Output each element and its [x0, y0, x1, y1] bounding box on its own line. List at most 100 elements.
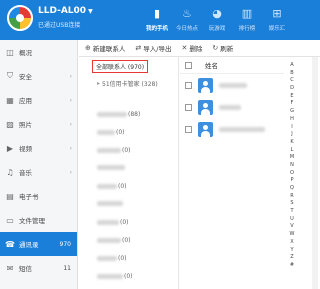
group-item[interactable]: (0) [97, 129, 125, 136]
nav-my-phone[interactable]: ▮ 我的手机 [142, 0, 172, 40]
alphabet-letter[interactable]: J [291, 131, 292, 139]
sidebar-item-photos[interactable]: ▨ 照片 › [0, 112, 77, 136]
group-item[interactable]: (0) [97, 183, 127, 190]
contact-name-blurred [219, 126, 265, 132]
group-item[interactable]: (0) [97, 273, 133, 280]
alphabet-letter[interactable]: L [291, 147, 294, 155]
chevron-right-icon: › [69, 144, 72, 152]
contacts-icon: ☎ [5, 239, 15, 249]
chevron-right-icon: › [69, 96, 72, 104]
refresh-icon: ↻ [212, 44, 219, 52]
app-logo-icon [7, 5, 33, 31]
contact-checkbox[interactable] [185, 81, 192, 89]
alphabet-letter[interactable]: G [290, 108, 294, 116]
sidebar-item-overview[interactable]: ◫ 概况 [0, 40, 77, 64]
alphabet-letter[interactable]: O [290, 170, 294, 178]
contact-row[interactable] [180, 96, 284, 118]
alphabet-letter[interactable]: H [290, 116, 294, 124]
sidebar-item-apps[interactable]: ▦ 应用 › [0, 88, 77, 112]
chevron-right-icon: › [69, 120, 72, 128]
device-connection-status: 已通过USB连接 [38, 22, 81, 29]
alphabet-letter[interactable]: W [290, 231, 295, 239]
alphabet-letter[interactable]: I [291, 124, 292, 132]
chevron-down-icon[interactable]: ▼ [88, 8, 93, 15]
sidebar-item-sms[interactable]: ✉ 短信 11 [0, 256, 77, 280]
scrollbar[interactable] [312, 57, 318, 289]
group-item[interactable]: ▸ 51信用卡管家 (328) [97, 79, 158, 88]
alphabet-letter[interactable]: F [291, 100, 294, 108]
nav-entertainment[interactable]: ⊞ 娱乐汇 [262, 0, 292, 40]
contact-avatar-icon [198, 77, 213, 93]
contact-name-blurred [219, 82, 247, 88]
sidebar: ◫ 概况 ⛉ 安全 › ▦ 应用 › ▨ 照片 › ▶ 视频 › ♫ 音乐 › … [0, 40, 78, 289]
group-all-contacts[interactable]: 全部联系人 (970) [92, 60, 149, 73]
alphabet-letter[interactable]: K [290, 139, 293, 147]
import-icon: ⇄ [135, 44, 142, 52]
contact-avatar-icon [198, 99, 213, 115]
apps-icon: ▦ [6, 95, 14, 105]
sidebar-item-ebooks[interactable]: ▤ 电子书 [0, 184, 77, 208]
alphabet-letter[interactable]: R [290, 193, 293, 201]
video-icon: ▶ [6, 143, 14, 153]
device-name[interactable]: LLD-AL00 ▼ [38, 6, 93, 16]
alphabet-letter[interactable]: M [290, 154, 294, 162]
nav-rankings[interactable]: ▥ 排行榜 [232, 0, 262, 40]
group-item[interactable] [97, 165, 126, 170]
sidebar-item-security[interactable]: ⛉ 安全 › [0, 64, 77, 88]
contacts-count: 970 [59, 240, 71, 248]
contacts-toolbar: ⊕ 新建联系人 ⇄ 导入/导出 ✕ 删除 ↻ 刷新 [79, 40, 320, 57]
new-contact-button[interactable]: ⊕ 新建联系人 [85, 43, 125, 53]
contact-row[interactable] [180, 118, 284, 140]
sms-icon: ✉ [6, 263, 14, 273]
alphabet-letter[interactable]: # [290, 262, 294, 270]
sidebar-item-files[interactable]: ▭ 文件管理 [0, 208, 77, 232]
app-header: LLD-AL00 ▼ 已通过USB连接 ▮ 我的手机 ♨ 今日热点 ◕ 玩游戏 ▥… [0, 0, 320, 40]
alphabet-letter[interactable]: A [290, 62, 293, 70]
sidebar-item-videos[interactable]: ▶ 视频 › [0, 136, 77, 160]
group-item[interactable] [97, 201, 124, 206]
alphabet-letter[interactable]: C [290, 77, 294, 85]
add-user-icon: ⊕ [85, 44, 91, 52]
alphabet-letter[interactable]: Q [290, 185, 294, 193]
nav-today-hot[interactable]: ♨ 今日热点 [172, 0, 202, 40]
grid-icon: ⊞ [272, 7, 282, 20]
alphabet-letter[interactable]: D [290, 85, 294, 93]
alphabet-letter[interactable]: T [290, 208, 293, 216]
contact-name-blurred [219, 104, 241, 110]
alphabet-letter[interactable]: Y [290, 247, 293, 255]
alphabet-letter[interactable]: X [290, 239, 293, 247]
alphabet-letter[interactable]: N [290, 162, 294, 170]
photo-icon: ▨ [6, 119, 14, 129]
import-export-button[interactable]: ⇄ 导入/导出 [135, 43, 171, 53]
alphabet-letter[interactable]: U [290, 216, 294, 224]
nav-games[interactable]: ◕ 玩游戏 [202, 0, 232, 40]
alphabet-letter[interactable]: S [290, 200, 293, 208]
contact-groups-panel: 全部联系人 (970) ▸ 51信用卡管家 (328) (88) (0) (0)… [79, 57, 179, 289]
refresh-button[interactable]: ↻ 刷新 [212, 43, 233, 53]
group-item[interactable]: (0) [97, 237, 131, 244]
contacts-list-header: 姓名 [180, 57, 284, 74]
group-item[interactable]: (0) [97, 147, 131, 154]
alphabet-letter[interactable]: B [290, 70, 293, 78]
sms-count: 11 [63, 264, 71, 272]
chart-icon: ▥ [241, 7, 253, 20]
delete-button[interactable]: ✕ 删除 [181, 43, 202, 53]
sidebar-item-music[interactable]: ♫ 音乐 › [0, 160, 77, 184]
alphabet-letter[interactable]: Z [290, 254, 293, 262]
contact-checkbox[interactable] [185, 125, 192, 133]
alphabet-letter[interactable]: E [290, 93, 293, 101]
fire-icon: ♨ [182, 7, 192, 20]
contact-avatar-icon [198, 121, 213, 137]
alphabet-letter[interactable]: P [290, 177, 293, 185]
column-name: 姓名 [205, 62, 218, 70]
alphabet-letter[interactable]: V [290, 223, 293, 231]
contact-row[interactable] [180, 74, 284, 96]
group-item[interactable]: (88) [97, 111, 140, 118]
select-all-checkbox[interactable] [185, 61, 192, 69]
group-item[interactable]: (0) [97, 219, 129, 226]
group-item[interactable]: (0) [97, 255, 127, 262]
gamepad-icon: ◕ [212, 7, 222, 20]
contact-checkbox[interactable] [185, 103, 192, 111]
sidebar-item-contacts[interactable]: ☎ 通讯录 970 [0, 232, 77, 256]
phone-icon: ▮ [153, 7, 161, 20]
